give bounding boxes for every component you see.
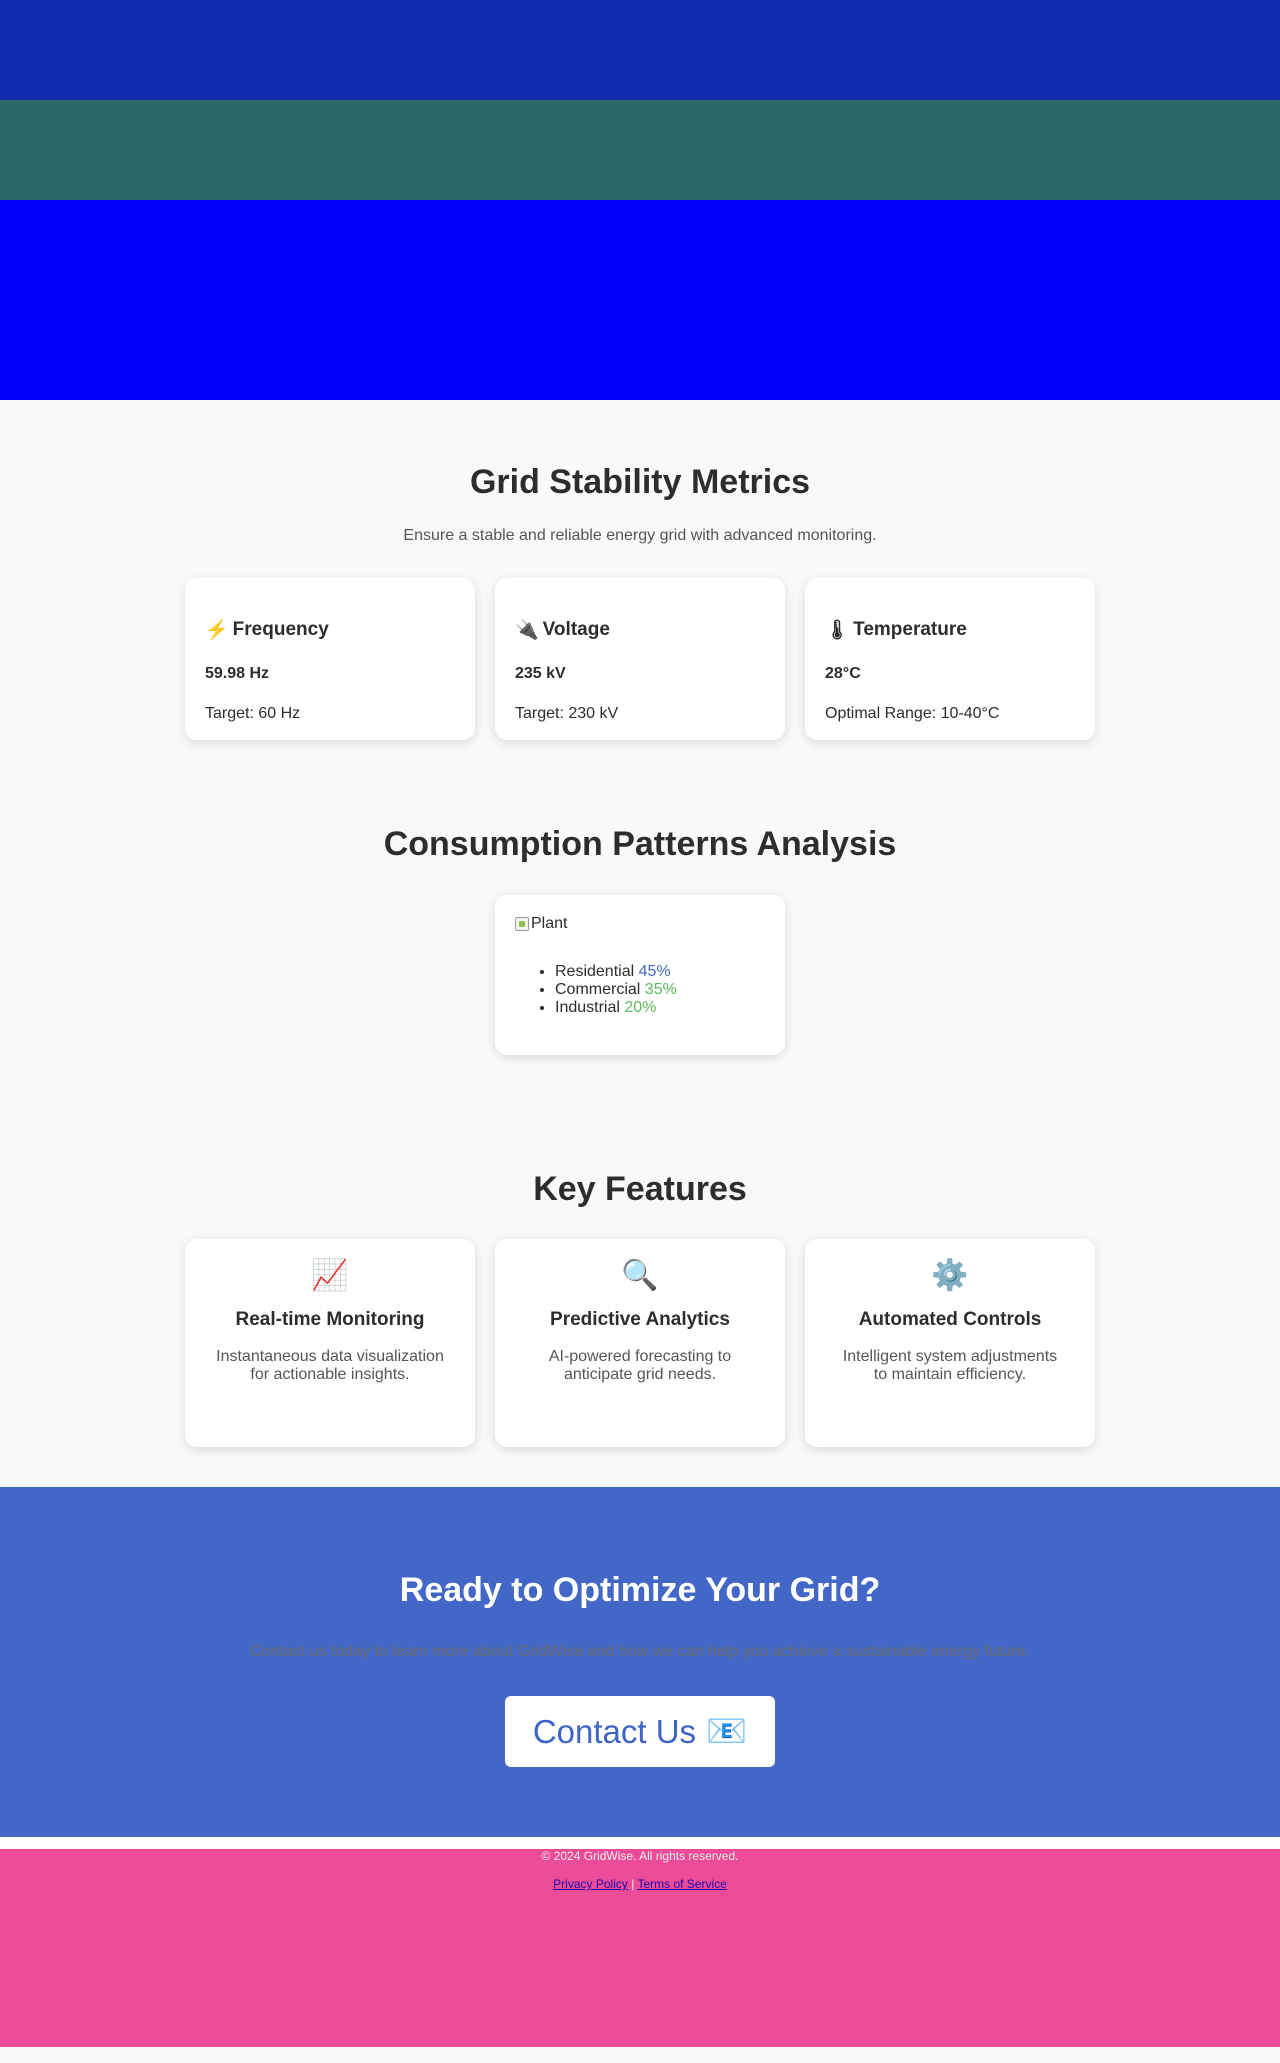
consumption-list: Residential 45% Commercial 35% Industria…	[515, 963, 765, 1017]
key-features-section: Key Features 📈 Real-time Monitoring Inst…	[0, 1105, 1280, 1487]
thermometer-icon: 🌡	[825, 620, 850, 641]
feature-title: Automated Controls	[858, 1309, 1042, 1330]
footer-links: Privacy Policy | Terms of Service	[0, 1877, 1280, 1891]
image-alt-text: Plant	[531, 915, 568, 932]
hero-banner	[0, 0, 1280, 400]
section-subtitle: Ensure a stable and reliable energy grid…	[403, 527, 877, 544]
link-separator: |	[631, 1877, 635, 1891]
cta-section: Ready to Optimize Your Grid? Contact us …	[0, 1487, 1280, 1837]
feature-description: Instantaneous data visualization for act…	[216, 1348, 444, 1383]
metric-title: ⚡ Frequency	[205, 618, 455, 642]
feature-description: AI-powered forecasting to anticipate gri…	[548, 1348, 732, 1383]
hero-band-bottom	[0, 200, 1280, 400]
metric-target: Target: 60 Hz	[205, 705, 301, 722]
list-item: Commercial 35%	[555, 981, 765, 999]
grid-stability-section: Grid Stability Metrics Ensure a stable a…	[0, 400, 1280, 790]
cta-title: Ready to Optimize Your Grid?	[399, 1571, 881, 1609]
usage-value: 20%	[624, 999, 657, 1016]
metric-label: Frequency	[232, 619, 329, 640]
lightning-icon: ⚡	[205, 620, 229, 641]
metric-cards: ⚡ Frequency 59.98 Hz Target: 60 Hz 🔌 Vol…	[0, 578, 1280, 740]
plug-icon: 🔌	[515, 620, 539, 641]
metric-target: Target: 230 kV	[515, 705, 619, 722]
hero-band-top	[0, 0, 1280, 100]
footer: © 2024 GridWise. All rights reserved. Pr…	[0, 1849, 1280, 2047]
feature-title: Real-time Monitoring	[235, 1309, 425, 1330]
list-item: Industrial 20%	[555, 999, 765, 1017]
feature-cards: 📈 Real-time Monitoring Instantaneous dat…	[0, 1239, 1280, 1447]
section-title: Grid Stability Metrics	[469, 463, 811, 501]
contact-us-label: Contact Us	[532, 1712, 697, 1750]
cta-text: Contact us today to learn more about Gri…	[249, 1643, 1030, 1660]
privacy-policy-link[interactable]: Privacy Policy	[553, 1877, 628, 1891]
metric-target: Optimal Range: 10-40°C	[825, 705, 1000, 722]
usage-label: Industrial	[555, 999, 620, 1016]
metric-label: Temperature	[853, 619, 967, 640]
list-item: Residential 45%	[555, 963, 765, 981]
plant-image: Plant	[515, 915, 765, 933]
usage-value: 35%	[644, 981, 677, 998]
section-title: Consumption Patterns Analysis	[383, 825, 897, 863]
usage-value: 45%	[638, 963, 671, 980]
feature-card-analytics: 🔍 Predictive Analytics AI-powered foreca…	[495, 1239, 785, 1447]
consumption-section: Consumption Patterns Analysis Plant Resi…	[0, 790, 1280, 1105]
copyright-text: © 2024 GridWise. All rights reserved.	[541, 1849, 739, 1863]
feature-title: Predictive Analytics	[550, 1309, 730, 1330]
broken-image-icon	[515, 917, 529, 931]
magnifier-icon: 🔍	[621, 1259, 659, 1292]
section-divider	[0, 1837, 1280, 1849]
usage-label: Residential	[555, 963, 635, 980]
consumption-card: Plant Residential 45% Commercial 35% Ind…	[495, 895, 785, 1055]
metric-value: 235 kV	[515, 665, 566, 682]
feature-description: Intelligent system adjustments to mainta…	[842, 1348, 1058, 1383]
metric-card-temperature: 🌡 Temperature 28°C Optimal Range: 10-40°…	[805, 578, 1095, 740]
metric-value: 59.98 Hz	[205, 665, 270, 682]
gear-icon: ⚙️	[931, 1259, 969, 1292]
metric-card-frequency: ⚡ Frequency 59.98 Hz Target: 60 Hz	[185, 578, 475, 740]
metric-label: Voltage	[542, 619, 610, 640]
envelope-icon: 📧	[706, 1712, 748, 1749]
metric-value: 28°C	[825, 665, 861, 682]
metric-title: 🔌 Voltage	[515, 618, 765, 642]
terms-of-service-link[interactable]: Terms of Service	[637, 1877, 726, 1891]
chart-up-icon: 📈	[311, 1259, 349, 1292]
contact-us-button[interactable]: Contact Us 📧	[504, 1696, 776, 1767]
hero-band-middle	[0, 100, 1280, 200]
feature-card-monitoring: 📈 Real-time Monitoring Instantaneous dat…	[185, 1239, 475, 1447]
feature-card-controls: ⚙️ Automated Controls Intelligent system…	[805, 1239, 1095, 1447]
usage-label: Commercial	[555, 981, 641, 998]
metric-title: 🌡 Temperature	[825, 618, 1075, 642]
section-title: Key Features	[533, 1170, 747, 1208]
metric-card-voltage: 🔌 Voltage 235 kV Target: 230 kV	[495, 578, 785, 740]
